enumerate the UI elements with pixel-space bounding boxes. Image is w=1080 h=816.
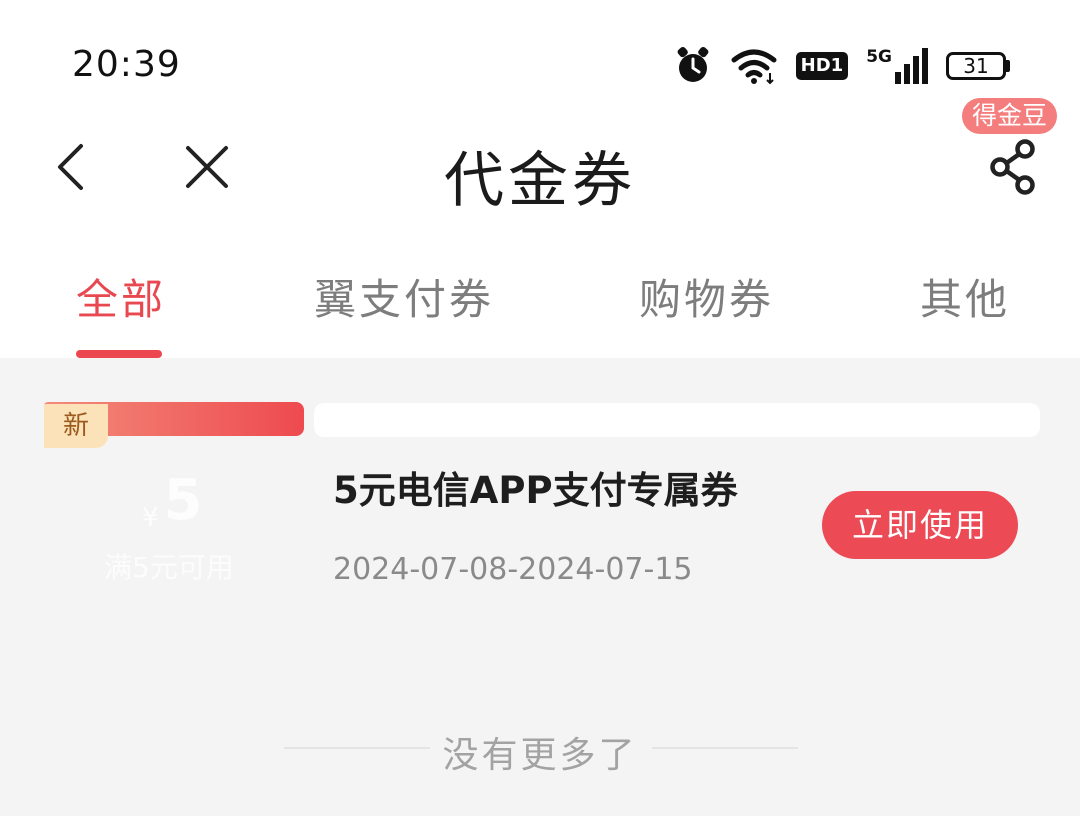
tab-all[interactable]: 全部 bbox=[76, 266, 166, 327]
new-tag: 新 bbox=[44, 404, 108, 448]
use-now-button[interactable]: 立即使用 bbox=[822, 491, 1018, 559]
gold-bean-badge[interactable]: 得金豆 bbox=[962, 98, 1058, 134]
network-label: 5G bbox=[866, 47, 892, 67]
alarm-icon bbox=[677, 46, 709, 82]
signal-5g-icon: 5G bbox=[866, 48, 928, 84]
currency-symbol: ¥ bbox=[142, 503, 159, 533]
no-more-text: 没有更多了 bbox=[442, 735, 638, 776]
wifi-icon bbox=[731, 49, 777, 85]
battery-level: 31 bbox=[946, 52, 1006, 80]
amount-value: 5 bbox=[163, 468, 203, 533]
share-button[interactable] bbox=[986, 138, 1040, 196]
coupon-validity: 2024-07-08-2024-07-15 bbox=[333, 552, 693, 587]
page-title: 代金券 bbox=[444, 146, 636, 216]
coupon-condition: 满5元可用 bbox=[104, 551, 234, 584]
status-time: 20:39 bbox=[72, 44, 181, 85]
coupon-name: 5元电信APP支付专属券 bbox=[333, 469, 738, 512]
status-icons: HD1 5G 31 bbox=[674, 44, 1010, 88]
hd-icon: HD1 bbox=[795, 52, 849, 80]
share-icon bbox=[990, 139, 1035, 195]
battery-icon: 31 bbox=[946, 52, 1010, 80]
tab-indicator bbox=[76, 350, 162, 358]
coupon-card-top bbox=[314, 403, 1040, 437]
tab-bestpay[interactable]: 翼支付券 bbox=[314, 266, 494, 327]
tab-other[interactable]: 其他 bbox=[920, 266, 1010, 327]
coupon-amount: ¥ 5 bbox=[142, 468, 203, 533]
tab-shopping[interactable]: 购物券 bbox=[639, 266, 774, 327]
